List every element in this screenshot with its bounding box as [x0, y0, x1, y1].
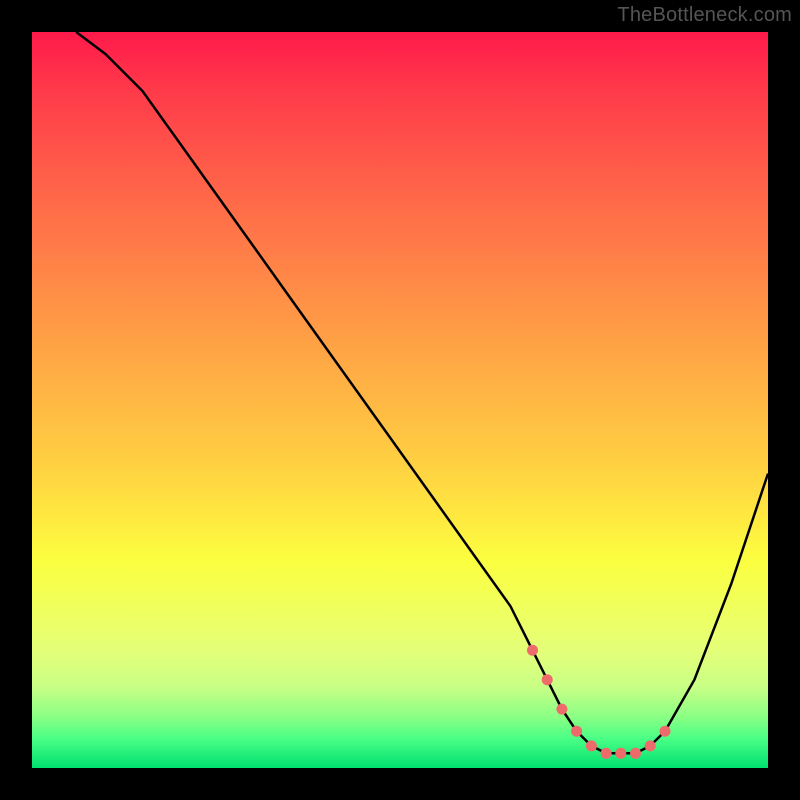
plot-area [32, 32, 768, 768]
highlight-dot [542, 674, 553, 685]
highlight-dot [527, 645, 538, 656]
highlight-dot [586, 740, 597, 751]
chart-frame: TheBottleneck.com [0, 0, 800, 800]
highlight-markers [527, 645, 671, 759]
bottleneck-curve [32, 32, 768, 768]
highlight-dot [571, 726, 582, 737]
curve-line [76, 32, 768, 753]
watermark-text: TheBottleneck.com [617, 4, 792, 27]
highlight-dot [660, 726, 671, 737]
highlight-dot [615, 748, 626, 759]
highlight-dot [601, 748, 612, 759]
highlight-dot [556, 704, 567, 715]
highlight-dot [630, 748, 641, 759]
highlight-dot [645, 740, 656, 751]
